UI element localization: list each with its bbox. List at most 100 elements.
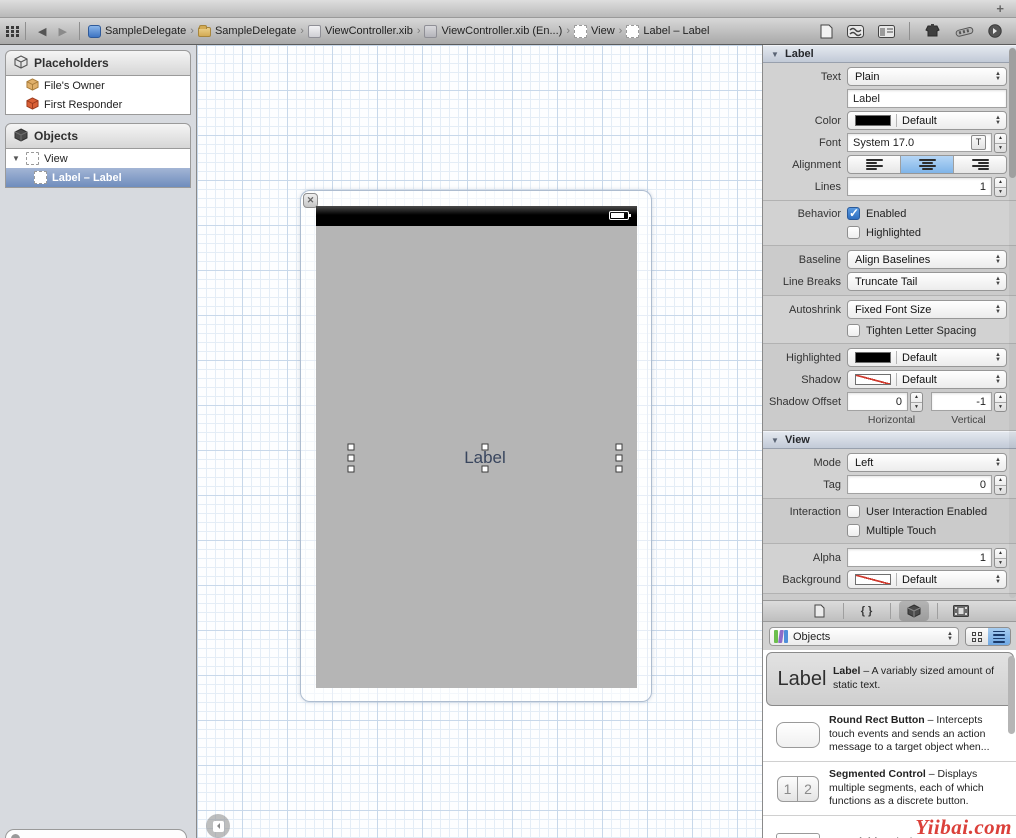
- alpha-stepper[interactable]: ▲▼: [994, 548, 1007, 568]
- inspector-scrollbar[interactable]: [1009, 47, 1016, 598]
- library-item-round-rect-button[interactable]: Round Rect Button – Intercepts touch eve…: [763, 708, 1016, 762]
- breadcrumb-view[interactable]: View: [572, 25, 617, 38]
- resize-handle[interactable]: [616, 444, 623, 451]
- font-size-stepper[interactable]: ▲▼: [994, 133, 1007, 153]
- standard-editor-icon[interactable]: [820, 24, 833, 39]
- align-left-segment[interactable]: [848, 156, 901, 173]
- file-template-library-icon[interactable]: [805, 601, 835, 621]
- outline-filter-field[interactable]: [5, 829, 187, 838]
- autoshrink-popup[interactable]: Fixed Font Size ▲▼: [847, 300, 1007, 319]
- forward-button[interactable]: ▶: [52, 25, 72, 38]
- background-popup[interactable]: Default ▲▼: [847, 570, 1007, 589]
- version-editor-icon[interactable]: [878, 25, 895, 38]
- view-row[interactable]: ▼ View: [6, 149, 190, 168]
- resize-handle[interactable]: [348, 444, 355, 451]
- files-owner-cube-icon: [26, 78, 39, 94]
- mode-label: Mode: [767, 457, 847, 469]
- breadcrumb-label[interactable]: Label – Label: [624, 25, 711, 38]
- resize-handle[interactable]: [482, 444, 489, 451]
- objects-list: ▼ View Label – Label: [5, 149, 191, 188]
- mode-popup[interactable]: Left ▲▼: [847, 453, 1007, 472]
- assistant-editor-icon[interactable]: [847, 25, 864, 38]
- resize-handle[interactable]: [482, 466, 489, 473]
- iphone-view[interactable]: Label: [316, 206, 637, 688]
- shadow-color-popup[interactable]: Default ▲▼: [847, 370, 1007, 389]
- alpha-field[interactable]: 1: [847, 548, 992, 567]
- shadow-horizontal-stepper[interactable]: ▲▼: [910, 392, 923, 412]
- back-button[interactable]: ◀: [32, 25, 52, 38]
- multiple-touch-checkbox[interactable]: [847, 524, 860, 537]
- placeholders-header[interactable]: Placeholders: [5, 50, 191, 76]
- first-responder-row[interactable]: First Responder: [6, 95, 190, 114]
- shadow-vertical-stepper[interactable]: ▲▼: [994, 392, 1007, 412]
- label-text-group: Text Plain ▲▼ Label: [763, 63, 1016, 201]
- color-swatch-black[interactable]: [855, 115, 891, 126]
- user-interaction-checkbox[interactable]: [847, 505, 860, 518]
- selected-label-frame[interactable]: Label: [351, 447, 619, 469]
- line-breaks-popup[interactable]: Truncate Tail ▲▼: [847, 272, 1007, 291]
- utilities-toggle-icon[interactable]: [924, 24, 941, 38]
- resize-handle[interactable]: [348, 455, 355, 462]
- color-popup[interactable]: Default ▲▼: [847, 111, 1007, 130]
- design-surface[interactable]: ✕ Label: [300, 190, 652, 702]
- view-section-header[interactable]: ▼ View: [763, 431, 1016, 449]
- popup-arrows-icon: ▲▼: [995, 305, 1002, 314]
- resize-handle[interactable]: [348, 466, 355, 473]
- breadcrumb-project[interactable]: SampleDelegate: [86, 25, 188, 38]
- shadow-horizontal-field[interactable]: 0: [847, 392, 908, 411]
- media-library-icon[interactable]: [946, 601, 976, 621]
- shadow-vertical-field[interactable]: -1: [931, 392, 992, 411]
- align-right-segment[interactable]: [954, 156, 1006, 173]
- label-preview: Label: [778, 668, 827, 691]
- disclosure-triangle-icon[interactable]: ▼: [12, 154, 21, 163]
- forward-circle-icon[interactable]: [988, 24, 1002, 38]
- highlighted-swatch[interactable]: [855, 352, 891, 363]
- breadcrumb-file[interactable]: ViewController.xib: [306, 25, 415, 38]
- outline-toggle-button[interactable]: [206, 814, 230, 838]
- tag-field[interactable]: 0: [847, 475, 992, 494]
- tighten-letter-spacing-checkbox[interactable]: [847, 324, 860, 337]
- library-view-toggle: [965, 627, 1011, 646]
- align-center-segment[interactable]: [901, 156, 954, 173]
- titlebar-plus-icon[interactable]: +: [996, 1, 1004, 16]
- font-picker-button[interactable]: T: [971, 135, 986, 150]
- label-text-field[interactable]: Label: [847, 89, 1007, 108]
- lines-label: Lines: [767, 181, 847, 193]
- background-swatch-none[interactable]: [855, 574, 891, 585]
- cube-outline-icon: [14, 55, 28, 72]
- shadow-offset-label: Shadow Offset: [767, 396, 847, 408]
- tag-stepper[interactable]: ▲▼: [994, 475, 1007, 495]
- baseline-popup[interactable]: Align Baselines ▲▼: [847, 250, 1007, 269]
- library-scrollbar[interactable]: [1008, 652, 1016, 836]
- lines-stepper[interactable]: ▲▼: [994, 177, 1007, 197]
- highlighted-color-popup[interactable]: Default ▲▼: [847, 348, 1007, 367]
- alignment-segmented-control: [847, 155, 1007, 174]
- files-owner-row[interactable]: File's Owner: [6, 76, 190, 95]
- library-item-label[interactable]: Label Label – A variably sized amount of…: [766, 652, 1014, 706]
- library-item-segmented-control[interactable]: 12 Segmented Control – Displays multiple…: [763, 762, 1016, 816]
- ib-canvas[interactable]: ✕ Label: [197, 45, 762, 838]
- organizer-icon[interactable]: [955, 25, 974, 38]
- color-label: Color: [767, 115, 847, 127]
- interaction-label: Interaction: [767, 506, 847, 518]
- enabled-checkbox[interactable]: [847, 207, 860, 220]
- icon-view-button[interactable]: [966, 628, 988, 645]
- library-scope-popup[interactable]: Objects ▲▼: [769, 627, 959, 646]
- breadcrumb-localization[interactable]: ViewController.xib (En...): [422, 25, 564, 38]
- label-section-header[interactable]: ▼ Label: [763, 45, 1016, 63]
- project-icon: [88, 25, 101, 38]
- objects-header[interactable]: Objects: [5, 123, 191, 149]
- highlighted-checkbox[interactable]: [847, 226, 860, 239]
- code-snippet-library-icon[interactable]: { }: [852, 601, 882, 621]
- list-view-button[interactable]: [988, 628, 1010, 645]
- breadcrumb-group[interactable]: SampleDelegate: [196, 25, 298, 37]
- object-library-icon[interactable]: [899, 601, 929, 621]
- resize-handle[interactable]: [616, 466, 623, 473]
- resize-handle[interactable]: [616, 455, 623, 462]
- text-style-popup[interactable]: Plain ▲▼: [847, 67, 1007, 86]
- font-field[interactable]: System 17.0 T: [847, 133, 992, 152]
- label-row-selected[interactable]: Label – Label: [6, 168, 190, 187]
- lines-field[interactable]: 1: [847, 177, 992, 196]
- related-items-icon[interactable]: [6, 26, 19, 37]
- shadow-swatch-none[interactable]: [855, 374, 891, 385]
